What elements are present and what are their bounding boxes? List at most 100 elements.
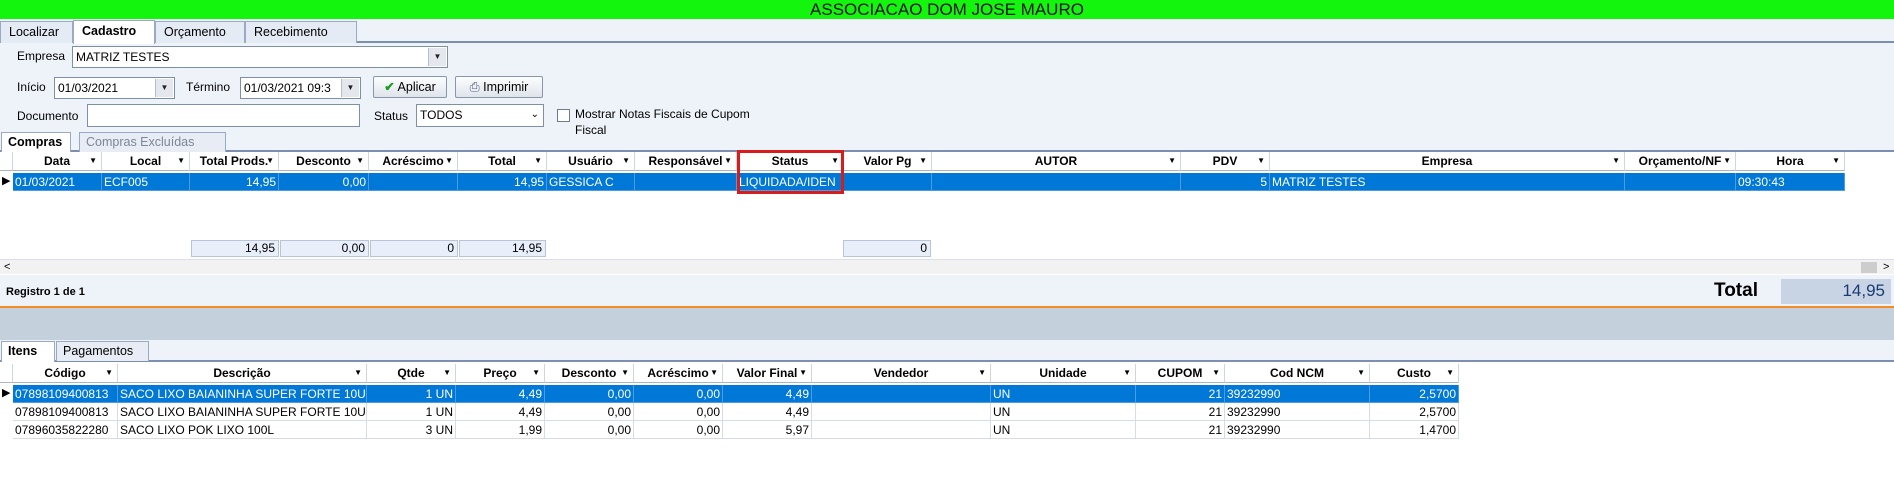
filter-dropdown-icon[interactable]: ▼ bbox=[1612, 152, 1620, 170]
cell-acrescimo[interactable] bbox=[369, 173, 458, 191]
itens-cell-custo[interactable]: 2,5700 bbox=[1370, 403, 1459, 421]
itens-cell-codigo[interactable]: 07898109400813 bbox=[13, 403, 118, 421]
filter-dropdown-icon[interactable]: ▼ bbox=[177, 152, 185, 170]
itens-col-header-valor-final[interactable]: Valor Final ▼ bbox=[723, 364, 812, 383]
filter-dropdown-icon[interactable]: ▼ bbox=[532, 364, 540, 382]
itens-cell-preco[interactable]: 4,49 bbox=[456, 403, 545, 421]
itens-col-header-desconto[interactable]: Desconto ▼ bbox=[545, 364, 634, 383]
itens-cell-valor-final[interactable]: 4,49 bbox=[723, 385, 812, 403]
status-select[interactable]: TODOS ⌄ bbox=[416, 104, 544, 127]
col-header-total-prods[interactable]: Total Prods. ▼ bbox=[190, 152, 279, 171]
splitter-bar[interactable] bbox=[0, 308, 1894, 340]
termino-date-field[interactable]: 01/03/2021 09:3 ▼ bbox=[240, 77, 361, 99]
filter-dropdown-icon[interactable]: ▼ bbox=[1168, 152, 1176, 170]
itens-cell-qtde[interactable]: 3 UN bbox=[367, 421, 456, 439]
empresa-select[interactable]: MATRIZ TESTES ▼ bbox=[72, 46, 448, 68]
itens-cell-unidade[interactable]: UN bbox=[991, 403, 1136, 421]
itens-cell-valor-final[interactable]: 4,49 bbox=[723, 403, 812, 421]
itens-col-header-cupom[interactable]: CUPOM ▼ bbox=[1136, 364, 1225, 383]
itens-cell-descricao[interactable]: SACO LIXO BAIANINHA SUPER FORTE 10UN bbox=[118, 385, 367, 403]
itens-cell-descricao[interactable]: SACO LIXO BAIANINHA SUPER FORTE 10UN bbox=[118, 403, 367, 421]
itens-cell-desconto[interactable]: 0,00 bbox=[545, 385, 634, 403]
cell-pdv[interactable]: 5 bbox=[1181, 173, 1270, 191]
itens-cell-codigo[interactable]: 07896035822280 bbox=[13, 421, 118, 439]
tab-localizar[interactable]: Localizar bbox=[0, 21, 73, 43]
filter-dropdown-icon[interactable]: ▼ bbox=[354, 364, 362, 382]
tab-compras[interactable]: Compras bbox=[1, 132, 71, 153]
filter-dropdown-icon[interactable]: ▼ bbox=[356, 152, 364, 170]
cell-responsavel[interactable] bbox=[635, 173, 737, 191]
col-header-hora[interactable]: Hora ▼ bbox=[1736, 152, 1845, 171]
col-header-empresa[interactable]: Empresa ▼ bbox=[1270, 152, 1625, 171]
itens-cell-vendedor[interactable] bbox=[812, 385, 991, 403]
chevron-down-icon[interactable]: ▼ bbox=[341, 79, 359, 97]
scroll-thumb[interactable] bbox=[1861, 262, 1877, 273]
itens-cell-desconto[interactable]: 0,00 bbox=[545, 403, 634, 421]
filter-dropdown-icon[interactable]: ▼ bbox=[621, 364, 629, 382]
chevron-down-icon[interactable]: ▼ bbox=[155, 79, 173, 97]
col-header-autor[interactable]: AUTOR ▼ bbox=[932, 152, 1181, 171]
filter-dropdown-icon[interactable]: ▼ bbox=[919, 152, 927, 170]
itens-cell-acrescimo[interactable]: 0,00 bbox=[634, 421, 723, 439]
col-header-data[interactable]: Data ▼ bbox=[13, 152, 102, 171]
cell-usuario[interactable]: GESSICA C bbox=[547, 173, 635, 191]
itens-col-header-unidade[interactable]: Unidade ▼ bbox=[991, 364, 1136, 383]
itens-cell-cupom[interactable]: 21 bbox=[1136, 421, 1225, 439]
col-header-responsavel[interactable]: Responsável ▼ bbox=[635, 152, 737, 171]
itens-col-header-cod-ncm[interactable]: Cod NCM ▼ bbox=[1225, 364, 1370, 383]
itens-cell-cupom[interactable]: 21 bbox=[1136, 385, 1225, 403]
itens-cell-valor-final[interactable]: 5,97 bbox=[723, 421, 812, 439]
itens-col-header-descricao[interactable]: Descrição ▼ bbox=[118, 364, 367, 383]
documento-input[interactable] bbox=[87, 104, 360, 127]
itens-col-header-vendedor[interactable]: Vendedor ▼ bbox=[812, 364, 991, 383]
itens-cell-acrescimo[interactable]: 0,00 bbox=[634, 403, 723, 421]
scroll-right-icon[interactable]: > bbox=[1883, 260, 1889, 274]
cell-autor[interactable] bbox=[932, 173, 1181, 191]
tab-orcamento[interactable]: Orçamento bbox=[155, 21, 245, 43]
col-header-orcamento-nf[interactable]: Orçamento/NF ▼ bbox=[1625, 152, 1736, 171]
filter-dropdown-icon[interactable]: ▼ bbox=[1446, 364, 1454, 382]
tab-pagamentos[interactable]: Pagamentos bbox=[56, 341, 149, 361]
filter-dropdown-icon[interactable]: ▼ bbox=[89, 152, 97, 170]
itens-cell-cod-ncm[interactable]: 39232990 bbox=[1225, 421, 1370, 439]
filter-dropdown-icon[interactable]: ▼ bbox=[534, 152, 542, 170]
aplicar-button[interactable]: ✔ Aplicar bbox=[373, 76, 447, 98]
filter-dropdown-icon[interactable]: ▼ bbox=[1723, 152, 1731, 170]
itens-cell-vendedor[interactable] bbox=[812, 403, 991, 421]
col-header-acrescimo[interactable]: Acréscimo ▼ bbox=[369, 152, 458, 171]
cell-hora[interactable]: 09:30:43 bbox=[1736, 173, 1845, 191]
itens-cell-preco[interactable]: 1,99 bbox=[456, 421, 545, 439]
filter-dropdown-icon[interactable]: ▼ bbox=[978, 364, 986, 382]
itens-cell-custo[interactable]: 1,4700 bbox=[1370, 421, 1459, 439]
itens-col-header-custo[interactable]: Custo ▼ bbox=[1370, 364, 1459, 383]
chevron-down-icon[interactable]: ⌄ bbox=[531, 105, 539, 125]
cell-empresa[interactable]: MATRIZ TESTES bbox=[1270, 173, 1625, 191]
col-header-desconto[interactable]: Desconto ▼ bbox=[279, 152, 369, 171]
itens-cell-descricao[interactable]: SACO LIXO POK LIXO 100L bbox=[118, 421, 367, 439]
itens-cell-preco[interactable]: 4,49 bbox=[456, 385, 545, 403]
tab-itens[interactable]: Itens bbox=[1, 341, 55, 362]
tab-compras-excluidas[interactable]: Compras Excluídas bbox=[79, 132, 226, 152]
itens-cell-unidade[interactable]: UN bbox=[991, 385, 1136, 403]
itens-col-header-acrescimo[interactable]: Acréscimo ▼ bbox=[634, 364, 723, 383]
itens-cell-cod-ncm[interactable]: 39232990 bbox=[1225, 385, 1370, 403]
cell-desconto[interactable]: 0,00 bbox=[279, 173, 369, 191]
itens-cell-acrescimo[interactable]: 0,00 bbox=[634, 385, 723, 403]
itens-cell-desconto[interactable]: 0,00 bbox=[545, 421, 634, 439]
itens-col-header-codigo[interactable]: Código ▼ bbox=[13, 364, 118, 383]
cell-orcamento-nf[interactable] bbox=[1625, 173, 1736, 191]
filter-dropdown-icon[interactable]: ▼ bbox=[445, 152, 453, 170]
col-header-local[interactable]: Local ▼ bbox=[102, 152, 190, 171]
itens-cell-unidade[interactable]: UN bbox=[991, 421, 1136, 439]
col-header-pdv[interactable]: PDV ▼ bbox=[1181, 152, 1270, 171]
filter-dropdown-icon[interactable]: ▼ bbox=[105, 364, 113, 382]
cell-local[interactable]: ECF005 bbox=[102, 173, 190, 191]
itens-cell-custo[interactable]: 2,5700 bbox=[1370, 385, 1459, 403]
cell-total-prods[interactable]: 14,95 bbox=[190, 173, 279, 191]
itens-cell-cod-ncm[interactable]: 39232990 bbox=[1225, 403, 1370, 421]
filter-dropdown-icon[interactable]: ▼ bbox=[1357, 364, 1365, 382]
cupom-checkbox[interactable] bbox=[557, 109, 570, 122]
filter-dropdown-icon[interactable]: ▼ bbox=[724, 152, 732, 170]
chevron-down-icon[interactable]: ▼ bbox=[428, 48, 446, 66]
filter-dropdown-icon[interactable]: ▼ bbox=[266, 152, 274, 170]
